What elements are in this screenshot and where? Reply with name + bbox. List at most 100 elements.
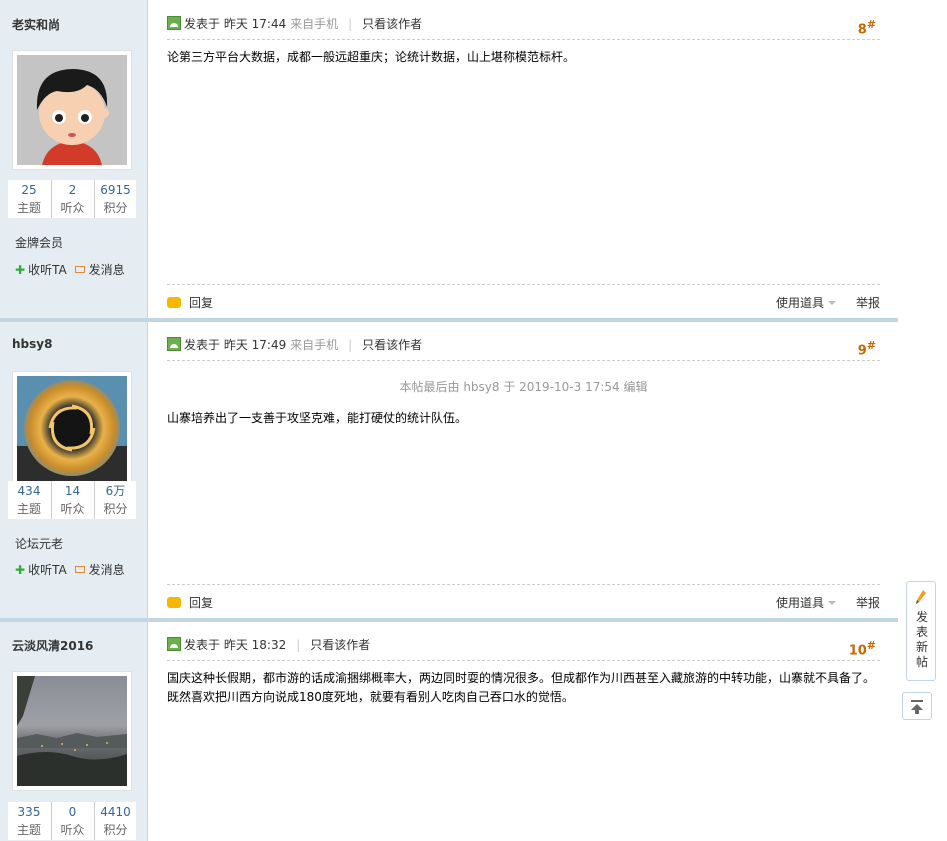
mail-icon: [74, 566, 85, 573]
stat-value: 6915: [100, 183, 131, 197]
only-author-link[interactable]: 只看该作者: [362, 338, 422, 352]
floor-value: 8: [857, 22, 867, 38]
post-time: 昨天 17:44: [223, 17, 287, 31]
plus-icon: ✚: [15, 263, 26, 277]
stat-points[interactable]: 4410 积分: [94, 802, 136, 840]
edit-note: 本帖最后由 hbsy8 于 2019-10-3 17:54 编辑: [399, 380, 648, 394]
stat-topics[interactable]: 335 主题: [8, 802, 50, 840]
online-user-icon: [167, 16, 181, 30]
floor-value: 10: [848, 643, 867, 659]
follow-link[interactable]: 收听TA: [28, 263, 67, 277]
author-stats: 25 主题 2 听众 6915 积分: [8, 180, 136, 218]
stat-label: 主题: [16, 502, 41, 516]
post-header: 发表于 昨天 17:49 来自手机 | 只看该作者 9#: [167, 335, 880, 361]
report-link[interactable]: 举报: [856, 294, 880, 311]
stat-label: 主题: [16, 823, 41, 837]
author-sidebar: hbsy8 434 主题 14 听众 6万 积分 论坛元老 ✚ 收听TA 发消息: [0, 322, 148, 618]
message-link[interactable]: 发消息: [89, 563, 125, 577]
reply-bubble-icon: [167, 597, 181, 608]
stat-value: 434: [17, 484, 41, 498]
post-time: 昨天 18:32: [223, 638, 287, 652]
chevron-down-icon: [828, 301, 836, 305]
use-tools-dropdown[interactable]: 使用道具: [776, 594, 836, 611]
reply-button[interactable]: 回复: [167, 594, 213, 611]
cartoon-boy-avatar-icon: [17, 55, 127, 165]
post-content: 山寨培养出了一支善于攻坚克难，能打硬仗的统计队伍。: [167, 411, 468, 425]
post-prefix: 发表于: [184, 17, 221, 31]
stat-value: 4410: [100, 805, 131, 819]
stat-value: 335: [17, 805, 41, 819]
author-name[interactable]: 云淡风清2016: [12, 637, 93, 654]
stat-topics[interactable]: 434 主题: [8, 481, 50, 519]
avatar[interactable]: [12, 671, 132, 791]
floor-number[interactable]: 8#: [858, 18, 876, 37]
plus-icon: ✚: [15, 563, 26, 577]
author-actions: ✚ 收听TA 发消息: [15, 561, 125, 578]
city-landscape-avatar-icon: [17, 676, 127, 786]
chevron-down-icon: [828, 601, 836, 605]
stat-label: 听众: [60, 201, 85, 215]
post-body: 发表于 昨天 18:32 | 只看该作者 10# 国庆这种长假期，都市游的话成渝捆绑…: [149, 622, 898, 841]
pencil-icon: [916, 590, 926, 604]
avatar[interactable]: [12, 371, 132, 491]
post-prefix: 发表于: [184, 338, 221, 352]
back-to-top-button[interactable]: [902, 692, 932, 720]
author-sidebar: 老实和尚 25 主题 2 听众 6915 积分 金牌会员 ✚ 收听TA 发消息: [0, 0, 148, 318]
author-actions: ✚ 收听TA 发消息: [15, 261, 125, 278]
report-link[interactable]: 举报: [856, 594, 880, 611]
use-tools-dropdown[interactable]: 使用道具: [776, 294, 836, 311]
golden-ring-avatar-icon: [17, 376, 127, 486]
author-name[interactable]: hbsy8: [12, 337, 52, 351]
post-prefix: 发表于: [184, 638, 221, 652]
back-to-top-icon: [911, 700, 923, 702]
follow-link[interactable]: 收听TA: [28, 563, 67, 577]
message-link[interactable]: 发消息: [89, 263, 125, 277]
floor-number[interactable]: 9#: [858, 339, 876, 358]
divider: |: [348, 338, 353, 352]
post-content: 国庆这种长假期，都市游的话成渝捆绑概率大，两边同时耍的情况很多。但成都作为川西甚…: [167, 671, 876, 704]
post-source: 来自手机: [290, 338, 339, 352]
stat-label: 积分: [103, 823, 128, 837]
floor-mark: #: [866, 639, 876, 652]
stat-value: 14: [64, 484, 81, 498]
stat-label: 听众: [60, 823, 85, 837]
stat-value: 0: [68, 805, 77, 819]
arrow-stem: [915, 709, 919, 714]
stat-listeners[interactable]: 2 听众: [51, 180, 93, 218]
author-stats: 335 主题 0 听众 4410 积分: [8, 802, 136, 840]
user-rank[interactable]: 论坛元老: [15, 535, 63, 552]
reply-label: 回复: [189, 296, 214, 310]
stat-label: 听众: [60, 502, 85, 516]
avatar[interactable]: [12, 50, 132, 170]
stat-listeners[interactable]: 0 听众: [51, 802, 93, 840]
stat-topics[interactable]: 25 主题: [8, 180, 50, 218]
divider: |: [348, 17, 353, 31]
post-footer: 回复 使用道具 举报: [167, 284, 880, 318]
stat-label: 主题: [16, 201, 41, 215]
post-meta: 发表于 昨天 17:44 来自手机 | 只看该作者: [184, 15, 422, 32]
stat-points[interactable]: 6万积分: [94, 481, 136, 519]
post-time: 昨天 17:49: [223, 338, 287, 352]
reply-label: 回复: [189, 596, 214, 610]
post-content: 论第三方平台大数据，成都一般远超重庆；论统计数据，山上堪称模范标杆。: [167, 50, 576, 64]
only-author-link[interactable]: 只看该作者: [362, 17, 422, 31]
floor-number[interactable]: 10#: [849, 639, 876, 658]
user-rank[interactable]: 金牌会员: [15, 234, 63, 251]
new-post-float-button[interactable]: 发表新帖: [906, 581, 936, 681]
author-stats: 434 主题 14 听众 6万积分: [8, 481, 136, 519]
new-post-label: 发表新帖: [915, 610, 928, 669]
post-meta: 发表于 昨天 18:32 | 只看该作者: [184, 636, 370, 653]
reply-bubble-icon: [167, 297, 181, 308]
stat-label: 积分: [103, 502, 128, 516]
stat-points[interactable]: 6915 积分: [94, 180, 136, 218]
stat-label: 积分: [103, 201, 128, 215]
stat-value: 25: [21, 183, 37, 197]
stat-listeners[interactable]: 14 听众: [51, 481, 93, 519]
post-8: 老实和尚 25 主题 2 听众 6915 积分 金牌会员 ✚ 收听TA 发消息 …: [0, 0, 898, 318]
post-footer: 回复 使用道具 举报: [167, 584, 880, 618]
only-author-link[interactable]: 只看该作者: [310, 638, 370, 652]
reply-button[interactable]: 回复: [167, 294, 213, 311]
use-tools-label: 使用道具: [775, 296, 824, 310]
author-name[interactable]: 老实和尚: [12, 16, 60, 33]
stat-value: 6万: [105, 484, 126, 498]
